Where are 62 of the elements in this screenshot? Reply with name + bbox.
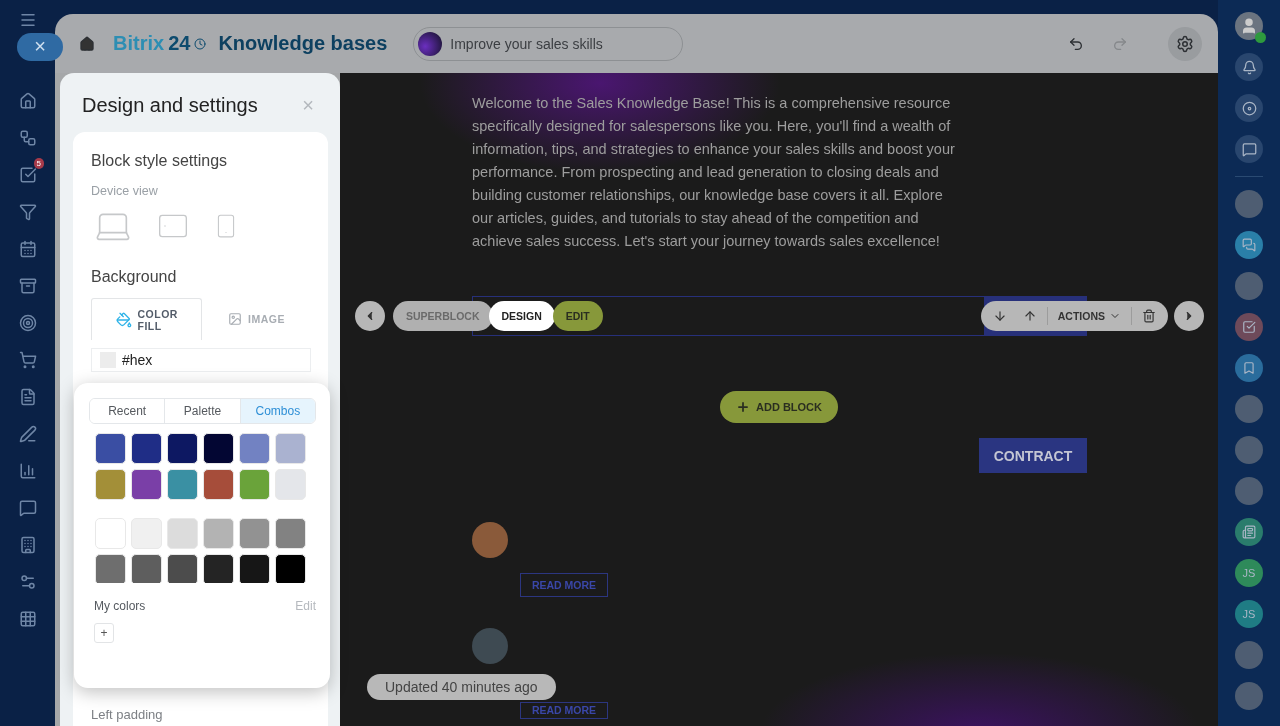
updated-status: Updated 40 minutes ago [367,674,556,700]
color-swatch[interactable] [275,554,306,583]
my-colors-label: My colors [94,599,146,613]
edit-button[interactable]: EDIT [552,301,603,331]
superblock-button[interactable]: SUPERBLOCK [393,301,493,331]
plus-icon [736,400,750,414]
image-icon [228,312,243,326]
user-avatar[interactable] [1235,12,1263,40]
color-swatch[interactable] [203,518,234,549]
next-button[interactable] [1174,301,1204,331]
device-label: Device view [91,184,159,198]
bookmark-icon[interactable] [1235,354,1263,382]
color-swatch[interactable] [275,469,306,500]
app-logo: Bitrix 24 [113,32,207,55]
color-swatch[interactable] [131,469,162,500]
add-block-button[interactable]: ADD BLOCK [720,391,838,423]
color-swatch[interactable] [239,433,270,464]
color-swatch[interactable] [95,469,126,500]
background-tab[interactable]: COLOR FILL [91,298,202,340]
color-swatch[interactable] [275,433,306,464]
task-icon[interactable] [1235,313,1263,341]
color-swatch[interactable] [167,554,198,583]
page-title: Knowledge bases [218,32,388,55]
color-swatch[interactable] [95,554,126,583]
actions-button[interactable]: ACTIONS [1051,301,1127,331]
color-swatch[interactable] [239,518,270,549]
background-label: Background [91,268,178,286]
previous-button[interactable] [355,301,385,331]
color-swatch[interactable] [239,554,270,583]
color-swatch[interactable] [131,554,162,583]
color-swatch[interactable] [275,518,306,549]
color-swatch[interactable] [203,433,234,464]
avatar-placeholder [472,522,508,558]
bell-icon[interactable] [1235,53,1263,81]
close-button[interactable]: × [17,33,63,61]
newspaper-icon[interactable] [1235,518,1263,546]
intro-paragraph: Welcome to the Sales Knowledge Base! This is a comprehensive resource specifically designed for salespersons like you. Here, you'll find a wealth of information, tips, and strategies to enhance your sales skills and boost your performance. From prospecting and lead generation to closing deals and building customer relationships, our knowledge base covers it all. Explore our articles, guides, and tutorials to stay ahead of the competition and achieve sales success. Let's start your journey towards sales excellence! [472,94,956,251]
color-swatch[interactable] [167,518,198,549]
settings-icon [1176,34,1194,53]
avatar-placeholder [472,628,508,664]
color-swatch[interactable] [95,433,126,464]
color-swatch[interactable] [239,469,270,500]
field-label: Left padding [91,707,164,724]
color-swatch[interactable] [167,433,198,464]
color-swatch[interactable] [203,554,234,583]
disc-icon[interactable] [1235,94,1263,122]
count-badge: 5 [33,158,44,169]
hex-field[interactable]: #hex [91,348,311,372]
paint-bucket-icon [115,311,132,328]
initials-avatar[interactable]: JS [1235,600,1263,628]
section-title: Block style settings [91,152,229,170]
picker-tab[interactable]: Combos [239,399,315,423]
chat-icon[interactable] [1235,135,1263,163]
design-button[interactable]: DESIGN [488,301,555,331]
add-color-button[interactable]: + [94,623,114,643]
panel-title: Design and settings [82,94,258,117]
color-swatch[interactable] [167,469,198,500]
chat-icon[interactable] [1235,231,1263,259]
color-swatch[interactable] [203,469,234,500]
contract-button[interactable]: CONTRACT [979,438,1087,473]
color-swatch[interactable] [131,433,162,464]
settings-button[interactable] [1168,26,1202,61]
